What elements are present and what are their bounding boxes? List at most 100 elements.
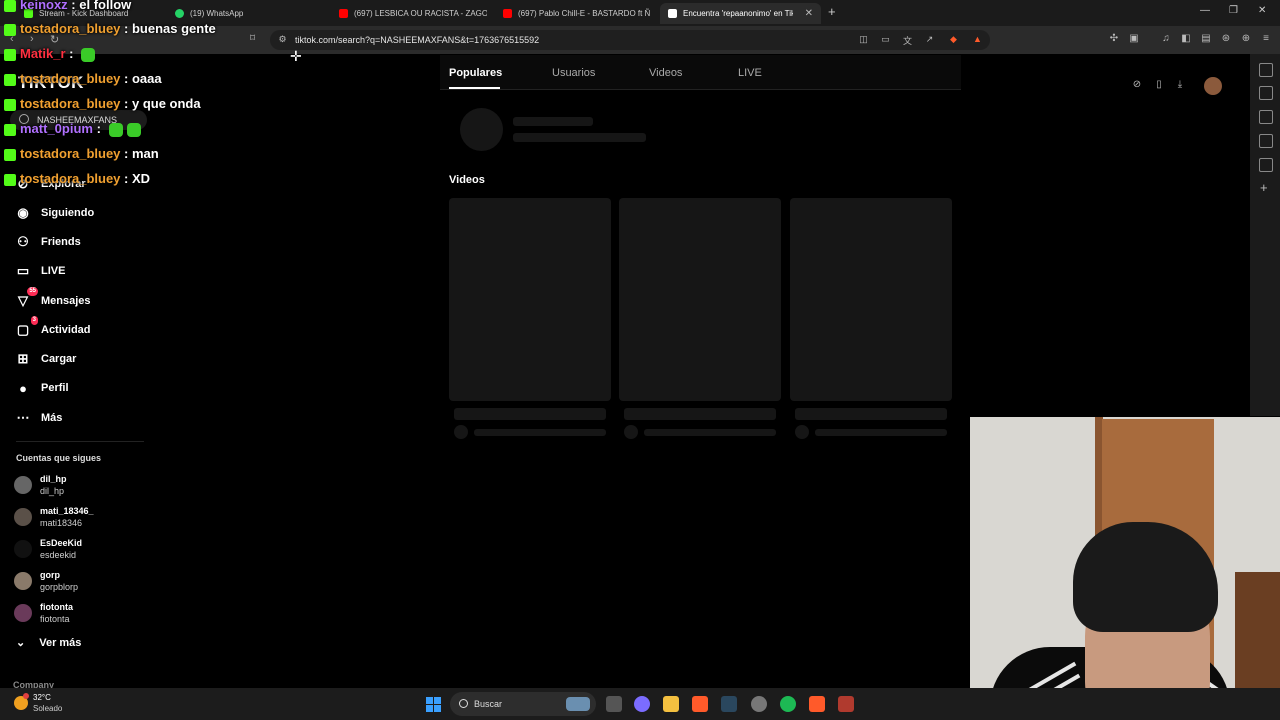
steam-icon[interactable] bbox=[721, 696, 737, 712]
user-avatar-placeholder bbox=[460, 108, 503, 151]
reading-list-icon[interactable] bbox=[1259, 86, 1273, 100]
leo-ai-icon[interactable] bbox=[1259, 63, 1273, 77]
upload-icon: ⊞ bbox=[17, 351, 29, 366]
tab-videos[interactable]: Videos bbox=[649, 67, 682, 79]
following-account[interactable]: fiotonta fiotonta bbox=[14, 599, 73, 627]
sidebar-toggle-icon[interactable]: ◧ bbox=[1180, 33, 1192, 45]
screen-cast-icon[interactable]: ▭ bbox=[880, 34, 891, 45]
minimize-icon[interactable]: — bbox=[1200, 5, 1210, 16]
tab-live[interactable]: LIVE bbox=[738, 67, 762, 79]
chat-text: : el follow bbox=[67, 0, 132, 12]
weather-condition[interactable]: Soleado bbox=[33, 704, 62, 713]
extensions-icon[interactable]: ✣ bbox=[1108, 33, 1120, 45]
brave-rewards-icon[interactable]: ▲ bbox=[972, 34, 983, 45]
brave-browser-active-icon[interactable] bbox=[809, 696, 825, 712]
video-caption-placeholder bbox=[454, 408, 606, 420]
bookmarks-panel-icon[interactable] bbox=[1259, 110, 1273, 124]
notes-icon[interactable] bbox=[1259, 158, 1273, 172]
tab-youtube-2[interactable]: (697) Pablo Chill-E - BASTARDO ft Ñ bbox=[503, 4, 651, 22]
kick-badge-icon bbox=[4, 48, 16, 61]
chat-text: : buenas gente bbox=[120, 21, 216, 36]
video-card-placeholder[interactable] bbox=[790, 198, 952, 401]
sidebar-item-label: Siguiendo bbox=[41, 207, 95, 219]
account-names: EsDeeKid esdeekid bbox=[40, 537, 82, 561]
screenshot-icon[interactable]: ▣ bbox=[1128, 33, 1140, 45]
device-icon[interactable]: ▯ bbox=[1152, 79, 1166, 93]
tab-tiktok[interactable]: Encuentra 'repaanonimo' en TikT ✕ bbox=[660, 3, 821, 24]
media-icon[interactable]: ♫ bbox=[1160, 33, 1172, 45]
following-account[interactable]: EsDeeKid esdeekid bbox=[14, 535, 82, 563]
taskbar-search[interactable]: Buscar bbox=[450, 692, 596, 716]
emote-icon bbox=[81, 47, 96, 62]
site-info-icon[interactable]: ⚙ bbox=[277, 34, 288, 45]
chat-message: tostadora_bluey : buenas gente bbox=[4, 21, 216, 36]
address-bar[interactable]: ⚙ tiktok.com/search?q=NASHEEMAXFANS&t=17… bbox=[270, 30, 990, 50]
account-handle: dil_hp bbox=[40, 486, 65, 496]
sidebar-item-friends[interactable]: ⚇ Friends bbox=[14, 231, 81, 253]
file-explorer-icon[interactable] bbox=[663, 696, 679, 712]
sidebar-item-mensajes[interactable]: ▽ 55 Mensajes bbox=[14, 287, 91, 312]
sidebar-item-perfil[interactable]: ● Perfil bbox=[14, 377, 68, 399]
video-card-placeholder[interactable] bbox=[619, 198, 781, 401]
brave-browser-icon[interactable] bbox=[692, 696, 708, 712]
wallet-icon[interactable]: ▤ bbox=[1200, 33, 1212, 45]
video-card-placeholder[interactable] bbox=[449, 198, 611, 401]
sidebar-item-m-s[interactable]: ⋯ Más bbox=[14, 407, 63, 429]
temperature[interactable]: 32°C bbox=[33, 693, 51, 702]
spotify-icon[interactable] bbox=[780, 696, 796, 712]
menu-icon[interactable]: ≡ bbox=[1260, 33, 1272, 45]
brave-shield-icon[interactable]: ◆ bbox=[948, 34, 959, 45]
sidebar-item-label: Actividad bbox=[41, 324, 91, 336]
close-window-icon[interactable]: ✕ bbox=[1258, 5, 1266, 16]
reader-icon[interactable]: ◫ bbox=[858, 34, 869, 45]
tab-usuarios[interactable]: Usuarios bbox=[552, 67, 595, 79]
chat-text: : bbox=[92, 121, 105, 136]
account-display-name: gorp bbox=[40, 570, 60, 580]
tab-populares[interactable]: Populares bbox=[449, 67, 502, 79]
add-panel-icon[interactable]: + bbox=[1260, 180, 1268, 195]
following-account[interactable]: gorp gorpblorp bbox=[14, 567, 78, 595]
copilot-icon[interactable] bbox=[634, 696, 650, 712]
user-avatar[interactable] bbox=[1204, 77, 1222, 95]
winrar-icon[interactable] bbox=[838, 696, 854, 712]
video-author-placeholder bbox=[644, 429, 776, 436]
maximize-icon[interactable]: ❐ bbox=[1229, 5, 1238, 16]
new-tab-button[interactable]: + bbox=[828, 4, 836, 19]
chat-message: tostadora_bluey : y que onda bbox=[4, 96, 201, 111]
coins-icon[interactable]: ⊘ bbox=[1130, 79, 1144, 93]
bookmark-icon[interactable]: ⌑ bbox=[250, 33, 255, 44]
following-account[interactable]: dil_hp dil_hp bbox=[14, 471, 67, 499]
task-view-icon[interactable] bbox=[606, 696, 622, 712]
more-icon: ⋯ bbox=[16, 410, 30, 425]
following-account[interactable]: mati_18346_ mati18346 bbox=[14, 503, 94, 531]
see-more-button[interactable]: ⌄ Ver más bbox=[16, 636, 81, 650]
sidebar-item-cargar[interactable]: ⊞ Cargar bbox=[14, 348, 77, 370]
account-display-name: mati_18346_ bbox=[40, 506, 94, 516]
search-icon bbox=[459, 699, 468, 708]
download-icon[interactable]: ⤓ bbox=[1173, 79, 1187, 93]
video-author-avatar-placeholder bbox=[795, 425, 809, 439]
leo-icon[interactable]: ⊕ bbox=[1240, 33, 1252, 45]
windows-logo-icon bbox=[426, 697, 433, 704]
windows-logo-icon bbox=[434, 697, 441, 704]
start-button[interactable] bbox=[426, 697, 441, 712]
sidebar-item-actividad[interactable]: ▢ 3 Actividad bbox=[14, 316, 91, 341]
tab-youtube-1[interactable]: (697) LESBICA OU RACISTA - ZAGO, bbox=[339, 4, 487, 22]
history-icon[interactable] bbox=[1259, 134, 1273, 148]
share-icon[interactable]: ↗ bbox=[924, 34, 935, 45]
taskbar-search-placeholder: Buscar bbox=[474, 699, 503, 709]
tab-label: (697) Pablo Chill-E - BASTARDO ft Ñ bbox=[518, 8, 651, 18]
account-handle: mati18346 bbox=[40, 518, 83, 528]
vpn-icon[interactable]: ⊛ bbox=[1220, 33, 1232, 45]
kick-badge-icon bbox=[4, 23, 16, 36]
close-tab-icon[interactable]: ✕ bbox=[805, 8, 813, 19]
following-accounts-title: Cuentas que sigues bbox=[16, 453, 102, 463]
obs-icon[interactable] bbox=[751, 696, 767, 712]
tab-whatsapp[interactable]: (19) WhatsApp bbox=[175, 4, 325, 22]
emote-icon bbox=[126, 122, 141, 137]
sidebar-item-live[interactable]: ▭ LIVE bbox=[14, 260, 66, 282]
account-names: dil_hp dil_hp bbox=[40, 473, 67, 497]
sidebar-item-siguiendo[interactable]: ◉ Siguiendo bbox=[14, 202, 94, 224]
translate-icon[interactable]: 文 bbox=[902, 34, 913, 46]
kick-badge-icon bbox=[4, 73, 16, 86]
